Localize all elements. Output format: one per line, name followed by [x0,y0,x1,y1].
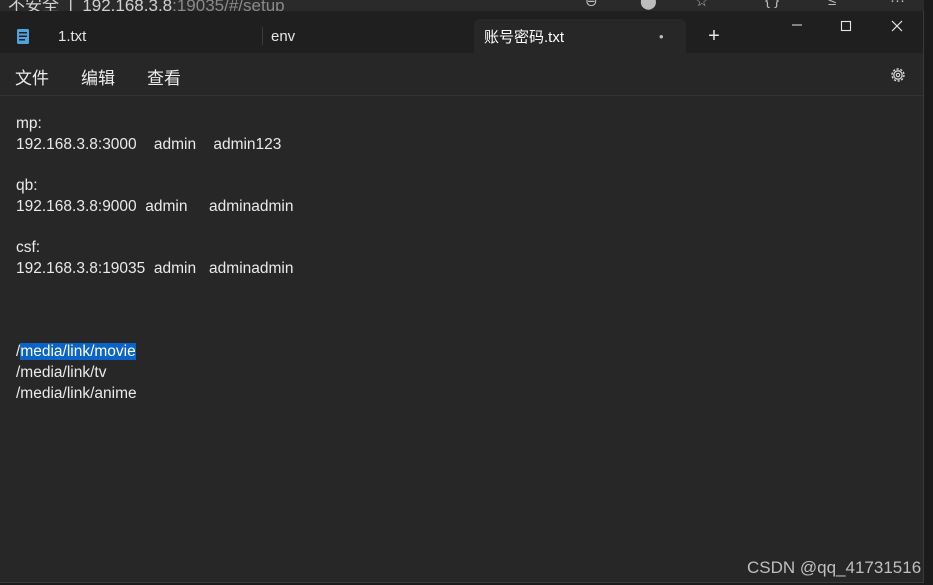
editor-line: mp: [16,115,42,132]
tab-label: 账号密码.txt [484,28,565,46]
tab-1-txt[interactable]: 1.txt [0,19,262,53]
split-icon: { } [765,0,780,9]
minimize-icon [792,24,802,26]
close-icon [891,20,903,32]
menu-view[interactable]: 查看 [147,64,181,89]
tab-account-passwords[interactable]: 账号密码.txt • [474,19,686,53]
minimize-button[interactable] [773,13,821,43]
editor-line: qb: [16,177,38,194]
editor-line: csf: [16,239,41,256]
new-tab-button[interactable]: + [702,25,726,49]
editor-line: /media/link/tv [16,364,107,381]
tab-label: env [271,27,296,45]
editor-line: 192.168.3.8:3000 admin admin123 [16,136,282,153]
editor-line-selected: /media/link/movie [16,341,136,362]
watermark: CSDN @qq_41731516 [747,558,922,577]
maximize-icon [840,20,852,32]
text-editor[interactable]: mp: 192.168.3.8:3000 admin admin123 qb: … [0,96,923,581]
collections-icon: ≤ [828,0,837,9]
desktop-edge [924,0,933,585]
notepad-icon [17,29,29,44]
settings-gear-icon[interactable] [888,65,908,85]
favorite-icon: ☆ [695,0,709,10]
menu-bar: 文件 编辑 查看 [0,53,923,96]
maximize-button[interactable] [822,13,870,43]
unsaved-dot-icon[interactable]: • [659,29,664,44]
menu-edit[interactable]: 编辑 [81,64,115,89]
title-bar: 1.txt env 账号密码.txt • + [0,11,923,53]
menu-file[interactable]: 文件 [15,64,49,89]
notepad-window: 1.txt env 账号密码.txt • + 文件 编辑 查看 mp: 192.… [0,11,924,583]
editor-line: /media/link/anime [16,385,137,402]
editor-line: 192.168.3.8:9000 admin adminadmin [16,198,294,215]
selected-text: media/link/movie [20,343,136,360]
close-button[interactable] [873,13,921,43]
tab-env[interactable]: env [262,19,474,53]
extension-icon: ⬤ [640,0,657,10]
editor-line: 192.168.3.8:19035 admin adminadmin [16,260,294,277]
tab-label: 1.txt [58,27,87,45]
more-icon: ··· [890,0,905,9]
zoom-icon: ⊖ [585,0,598,10]
